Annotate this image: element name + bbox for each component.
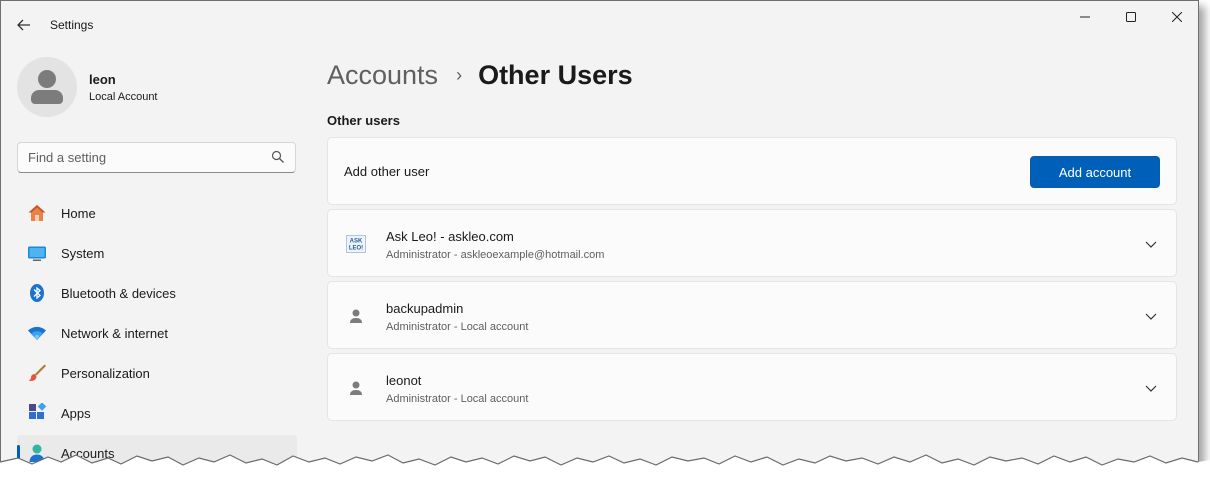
add-other-user-label: Add other user (344, 163, 430, 179)
sidebar-item-accounts[interactable]: Accounts (17, 435, 297, 465)
askleo-logo-line-2: LEO! (349, 246, 363, 252)
close-icon[interactable] (1154, 1, 1198, 33)
sidebar-item-system[interactable]: System (17, 235, 297, 271)
page-title: Other Users (478, 59, 633, 90)
user-card-backupadmin[interactable]: backupadmin Administrator - Local accoun… (327, 281, 1177, 349)
user-detail: Administrator - askleoexample@hotmail.co… (386, 249, 605, 261)
profile-name: leon (89, 71, 116, 87)
search-box (17, 142, 296, 173)
user-name: Ask Leo! - askleo.com (386, 229, 514, 244)
user-card-askleo[interactable]: ASK LEO! Ask Leo! - askleo.com Administr… (327, 209, 1177, 277)
home-icon (27, 203, 47, 223)
sidebar-item-bluetooth[interactable]: Bluetooth & devices (17, 275, 297, 311)
user-name: leonot (386, 373, 422, 388)
back-arrow-icon[interactable] (13, 15, 35, 35)
add-account-button[interactable]: Add account (1030, 156, 1160, 188)
brush-icon (27, 363, 47, 383)
sidebar-item-label: Home (61, 205, 96, 221)
avatar (17, 57, 77, 117)
bluetooth-icon (27, 283, 47, 303)
user-name: backupadmin (386, 301, 464, 316)
wifi-icon (27, 323, 47, 343)
system-icon (27, 243, 47, 263)
nav-list: Home System Bluetooth & devices Network … (17, 195, 297, 465)
user-icon (346, 306, 366, 326)
main-content: Accounts › Other Users Other users Add o… (327, 47, 1177, 421)
sidebar-item-label: Network & internet (61, 325, 168, 341)
maximize-icon[interactable] (1108, 1, 1154, 33)
chevron-down-icon[interactable] (1144, 237, 1158, 251)
askleo-logo-icon: ASK LEO! (346, 234, 366, 254)
chevron-down-icon[interactable] (1144, 309, 1158, 323)
search-input[interactable] (18, 150, 268, 165)
user-icon (346, 378, 366, 398)
breadcrumb-separator-icon: › (456, 64, 463, 85)
breadcrumb-parent[interactable]: Accounts (327, 60, 438, 91)
sidebar: leon Local Account Home System (1, 49, 311, 465)
minimize-icon[interactable] (1062, 1, 1108, 33)
title-bar: Settings (1, 1, 1198, 49)
sidebar-item-label: Personalization (61, 365, 150, 381)
askleo-logo-line-1: ASK (350, 239, 363, 245)
app-title: Settings (50, 18, 94, 32)
sidebar-item-apps[interactable]: Apps (17, 395, 297, 431)
search-icon[interactable] (271, 150, 285, 164)
sidebar-item-label: System (61, 245, 105, 261)
user-profile[interactable]: leon Local Account (17, 57, 158, 117)
section-title: Other users (327, 113, 400, 128)
add-other-user-card: Add other user Add account (327, 137, 1177, 205)
settings-window: Settings leon Local Account Find a setti… (0, 0, 1199, 466)
sidebar-item-personalization[interactable]: Personalization (17, 355, 297, 391)
user-detail: Administrator - Local account (386, 393, 529, 405)
profile-account-type: Local Account (89, 90, 158, 103)
user-card-leonot[interactable]: leonot Administrator - Local account (327, 353, 1177, 421)
sidebar-item-home[interactable]: Home (17, 195, 297, 231)
apps-icon (27, 403, 47, 423)
accounts-icon (27, 443, 47, 463)
breadcrumb: Accounts › Other Users (327, 47, 1174, 103)
user-detail: Administrator - Local account (386, 321, 529, 333)
sidebar-item-label: Apps (61, 405, 91, 421)
sidebar-item-network[interactable]: Network & internet (17, 315, 297, 351)
sidebar-item-label: Bluetooth & devices (61, 285, 176, 301)
chevron-down-icon[interactable] (1144, 381, 1158, 395)
sidebar-item-label: Accounts (61, 445, 115, 461)
